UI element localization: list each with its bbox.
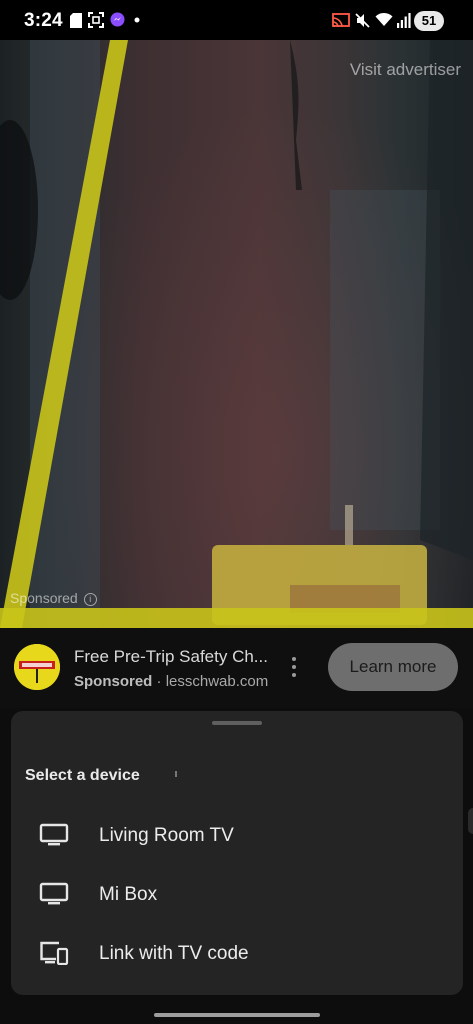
cast-icon	[332, 13, 350, 28]
tv-icon	[39, 823, 69, 846]
device-item-living-room-tv[interactable]: Living Room TV	[11, 809, 463, 865]
video-frame	[0, 40, 473, 628]
info-icon[interactable]: i	[83, 593, 97, 606]
device-label: Link with TV code	[99, 943, 249, 964]
gesture-nav-handle[interactable]	[154, 1013, 320, 1017]
ad-subtitle: Sponsored · lesschwab.com	[74, 673, 268, 690]
select-device-sheet: Select a device Living Room TV Mi Box Li…	[11, 711, 463, 995]
mute-icon	[355, 13, 370, 28]
ad-separator: ·	[156, 673, 162, 690]
screen: 3:24 51 Visit advertiser Sponsored i Fre…	[0, 0, 473, 1024]
sheet-title: Select a device	[25, 767, 140, 784]
ad-sponsored-label: Sponsored	[74, 673, 153, 690]
wifi-icon	[375, 12, 393, 26]
tv-icon	[39, 882, 69, 905]
more-options-icon[interactable]	[287, 655, 301, 681]
screenshot-icon	[88, 12, 104, 28]
signal-icon	[397, 13, 411, 28]
sponsored-overlay: Sponsored i	[10, 590, 97, 606]
ad-title[interactable]: Free Pre-Trip Safety Ch...	[74, 647, 274, 667]
device-item-link-with-tv-code[interactable]: Link with TV code	[11, 927, 463, 983]
advertiser-logo-icon	[14, 644, 60, 690]
advertiser-logo[interactable]	[14, 644, 60, 690]
dot-icon	[134, 17, 140, 23]
device-item-mi-box[interactable]: Mi Box	[11, 868, 463, 924]
sponsored-overlay-label: Sponsored	[10, 590, 78, 606]
status-bar: 3:24 51	[0, 0, 473, 40]
ad-bar[interactable]: Free Pre-Trip Safety Ch... Sponsored · l…	[0, 628, 473, 708]
ad-domain: lesschwab.com	[165, 673, 269, 690]
loading-indicator	[175, 771, 177, 777]
sheet-drag-handle[interactable]	[212, 721, 262, 725]
status-time: 3:24	[24, 10, 63, 31]
learn-more-button[interactable]: Learn more	[328, 643, 458, 691]
messenger-icon	[110, 12, 125, 27]
visit-advertiser-link[interactable]: Visit advertiser	[350, 60, 461, 80]
tv-and-phone-icon	[40, 941, 69, 965]
video-player[interactable]: Visit advertiser Sponsored i	[0, 40, 473, 628]
battery-indicator: 51	[414, 11, 444, 31]
sim-card-icon	[70, 13, 82, 28]
side-handle	[468, 808, 473, 834]
device-label: Mi Box	[99, 884, 158, 905]
device-label: Living Room TV	[99, 825, 234, 846]
